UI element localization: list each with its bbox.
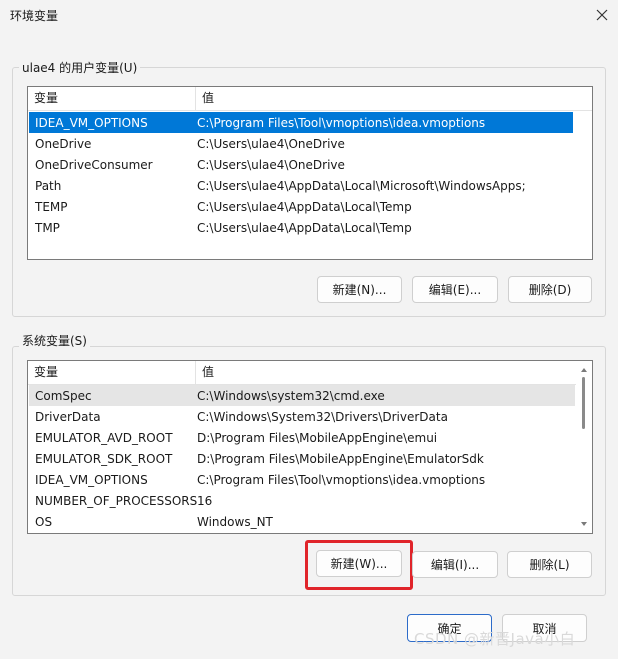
column-header-variable[interactable]: 变量	[28, 87, 196, 111]
row-value: D:\Program Files\MobileAppEngine\emui	[197, 430, 438, 445]
table-row[interactable]: TMP C:\Users\ulae4\AppData\Local\Temp	[29, 217, 573, 238]
row-value: C:\Users\ulae4\OneDrive	[197, 157, 345, 172]
row-variable: IDEA_VM_OPTIONS	[35, 472, 148, 487]
table-row[interactable]: OneDriveConsumer C:\Users\ulae4\OneDrive	[29, 154, 573, 175]
column-header-value[interactable]: 值	[196, 361, 214, 385]
row-variable: TMP	[35, 220, 60, 235]
table-row[interactable]: OS Windows_NT	[29, 511, 575, 532]
row-value: D:\Program Files\MobileAppEngine\Emulato…	[197, 451, 484, 466]
user-vars-label: ulae4 的用户变量(U)	[19, 59, 141, 76]
user-new-button[interactable]: 新建(N)...	[317, 276, 402, 303]
scroll-down-arrow-icon[interactable]	[579, 519, 589, 529]
table-row[interactable]: IDEA_VM_OPTIONS C:\Program Files\Tool\vm…	[29, 469, 575, 490]
row-variable: OneDrive	[35, 136, 92, 151]
table-row[interactable]: EMULATOR_AVD_ROOT D:\Program Files\Mobil…	[29, 427, 575, 448]
window-title: 环境变量	[10, 9, 59, 23]
row-value: C:\Windows\system32\cmd.exe	[197, 388, 385, 403]
row-variable: DriverData	[35, 409, 101, 424]
row-value: 16	[197, 493, 213, 508]
column-header-variable[interactable]: 变量	[28, 361, 196, 385]
table-row[interactable]: DriverData C:\Windows\System32\Drivers\D…	[29, 406, 575, 427]
user-edit-button[interactable]: 编辑(E)...	[412, 276, 498, 303]
row-variable: EMULATOR_AVD_ROOT	[35, 430, 173, 445]
row-variable: OS	[35, 514, 53, 529]
row-value: C:\Windows\System32\Drivers\DriverData	[197, 409, 448, 424]
table-row[interactable]: TEMP C:\Users\ulae4\AppData\Local\Temp	[29, 196, 573, 217]
system-vars-label: 系统变量(S)	[19, 332, 90, 349]
user-vars-header: 变量 值	[28, 87, 592, 111]
table-row[interactable]: EMULATOR_SDK_ROOT D:\Program Files\Mobil…	[29, 448, 575, 469]
close-button[interactable]	[586, 0, 618, 30]
highlight-box	[305, 540, 413, 590]
row-variable: IDEA_VM_OPTIONS	[35, 115, 148, 130]
row-value: Windows_NT	[197, 514, 273, 529]
row-variable: OneDriveConsumer	[35, 157, 153, 172]
table-row[interactable]: Path C:\Users\ulae4\AppData\Local\Micros…	[29, 175, 573, 196]
system-edit-button[interactable]: 编辑(I)...	[412, 551, 498, 578]
table-row[interactable]: ComSpec C:\Windows\system32\cmd.exe	[29, 385, 575, 406]
column-header-value[interactable]: 值	[196, 87, 214, 111]
row-variable: TEMP	[35, 199, 68, 214]
user-delete-button[interactable]: 删除(D)	[508, 276, 592, 303]
row-value: C:\Users\ulae4\AppData\Local\Temp	[197, 199, 412, 214]
row-value: C:\Program Files\Tool\vmoptions\idea.vmo…	[197, 472, 486, 487]
user-vars-list[interactable]: 变量 值 IDEA_VM_OPTIONS C:\Program Files\To…	[27, 86, 593, 260]
system-delete-button[interactable]: 删除(L)	[507, 551, 592, 578]
system-vars-list[interactable]: 变量 值 ComSpec C:\Windows\system32\cmd.exe…	[27, 360, 593, 534]
system-vars-header: 变量 值	[28, 361, 576, 385]
row-value: C:\Users\ulae4\OneDrive	[197, 136, 345, 151]
row-value: C:\Users\ulae4\AppData\Local\Microsoft\W…	[197, 178, 526, 193]
system-vars-scrollbar[interactable]	[577, 361, 592, 533]
title-bar: 环境变量	[0, 0, 618, 32]
row-value: C:\Program Files\Tool\vmoptions\idea.vmo…	[197, 115, 486, 130]
table-row[interactable]: NUMBER_OF_PROCESSORS 16	[29, 490, 575, 511]
row-variable: NUMBER_OF_PROCESSORS	[35, 493, 198, 508]
scroll-up-arrow-icon[interactable]	[579, 365, 589, 375]
row-variable: ComSpec	[35, 388, 92, 403]
row-value: C:\Users\ulae4\AppData\Local\Temp	[197, 220, 412, 235]
table-row[interactable]: OneDrive C:\Users\ulae4\OneDrive	[29, 133, 573, 154]
row-variable: Path	[35, 178, 62, 193]
close-icon	[596, 9, 608, 21]
row-variable: EMULATOR_SDK_ROOT	[35, 451, 173, 466]
watermark: CSDN @新晋Java小白	[414, 630, 576, 648]
scroll-thumb[interactable]	[582, 377, 585, 429]
table-row[interactable]: IDEA_VM_OPTIONS C:\Program Files\Tool\vm…	[29, 112, 573, 133]
